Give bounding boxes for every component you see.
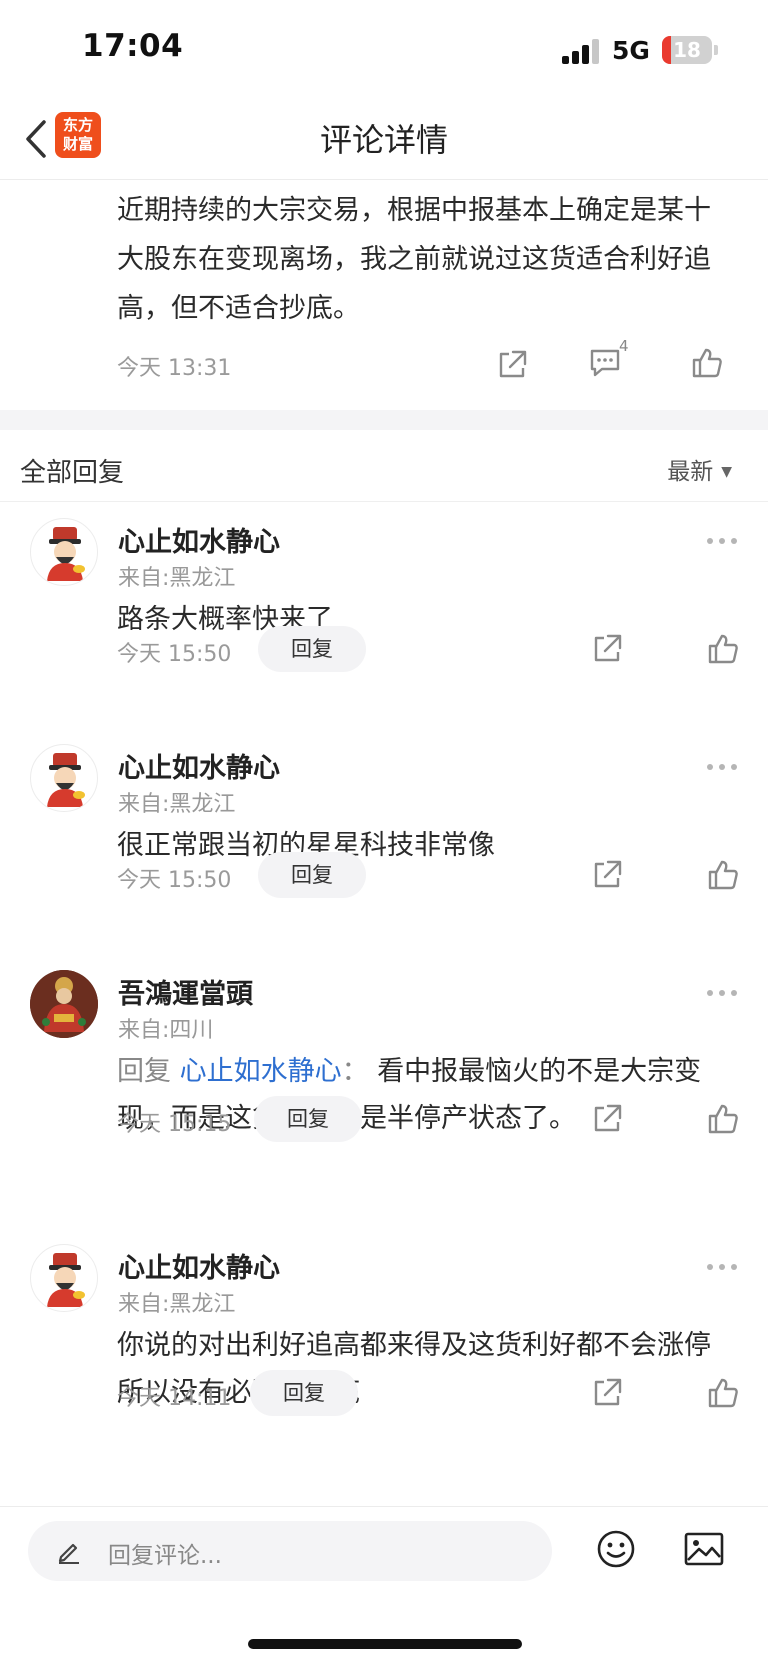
comment-input[interactable]: 回复评论... <box>28 1521 552 1581</box>
replies-title: 全部回复 <box>20 458 125 488</box>
image-icon[interactable] <box>684 1532 724 1570</box>
caret-down-icon: ▼ <box>721 464 732 480</box>
more-dots-icon[interactable] <box>706 982 738 1001</box>
thumbs-up-icon[interactable] <box>706 1376 740 1414</box>
cellular-signal-icon <box>562 38 602 64</box>
avatar[interactable] <box>30 970 98 1038</box>
mention-separator: ： <box>341 1056 378 1087</box>
more-dots-icon[interactable] <box>706 1256 738 1275</box>
share-icon[interactable] <box>590 632 624 670</box>
status-bar: 17:04 5G 18 <box>0 0 768 100</box>
fortune-god-avatar-icon <box>47 1253 85 1307</box>
fortune-god-avatar-icon <box>47 753 85 807</box>
deity-statue-avatar-icon <box>30 970 98 1038</box>
post-time: 今天 13:31 <box>117 356 232 381</box>
username[interactable]: 心止如水静心 <box>118 1246 280 1285</box>
comment-count: 4 <box>619 337 629 355</box>
reply-time: 今天 14:11 <box>117 1386 232 1411</box>
share-icon[interactable] <box>590 858 624 896</box>
post-share-button[interactable] <box>495 348 529 386</box>
reply-button[interactable]: 回复 <box>250 1370 358 1416</box>
avatar[interactable] <box>30 1244 98 1312</box>
share-icon <box>499 350 527 378</box>
thumbs-up-icon[interactable] <box>706 1102 740 1140</box>
replies-header: 全部回复 最新 ▼ <box>0 430 768 502</box>
battery-level: 18 <box>673 38 701 62</box>
reply-button[interactable]: 回复 <box>258 626 366 672</box>
thumbs-up-icon[interactable] <box>706 632 740 670</box>
avatar[interactable] <box>30 744 98 812</box>
location: 来自:黑龙江 <box>118 1292 236 1317</box>
battery-icon: 18 <box>662 36 712 64</box>
mention-link[interactable]: 心止如水静心 <box>180 1056 342 1087</box>
username[interactable]: 吾鴻運當頭 <box>118 972 253 1011</box>
reply-prefix: 回复 <box>117 1056 180 1087</box>
status-time: 17:04 <box>82 28 184 64</box>
pencil-icon <box>56 1538 82 1568</box>
network-type: 5G <box>612 36 650 65</box>
location: 来自:四川 <box>118 1018 214 1043</box>
comment-placeholder: 回复评论... <box>108 1543 222 1569</box>
reply-time: 今天 15:50 <box>117 642 232 667</box>
location: 来自:黑龙江 <box>118 566 236 591</box>
reply-time: 今天 15:50 <box>117 868 232 893</box>
reply-button[interactable]: 回复 <box>258 852 366 898</box>
username[interactable]: 心止如水静心 <box>118 746 280 785</box>
reply-button[interactable]: 回复 <box>254 1096 362 1142</box>
section-divider <box>0 410 768 430</box>
thumbs-up-icon <box>692 348 722 378</box>
post-like-button[interactable] <box>690 346 724 384</box>
more-dots-icon[interactable] <box>706 756 738 775</box>
comment-icon <box>590 349 620 377</box>
home-indicator[interactable] <box>248 1639 522 1649</box>
location: 来自:黑龙江 <box>118 792 236 817</box>
share-icon[interactable] <box>590 1102 624 1140</box>
nav-bar: 东方 财富 评论详情 <box>0 100 768 180</box>
smiley-icon[interactable] <box>596 1529 636 1573</box>
more-dots-icon[interactable] <box>706 530 738 549</box>
avatar[interactable] <box>30 518 98 586</box>
share-icon[interactable] <box>590 1376 624 1414</box>
post-text: 近期持续的大宗交易，根据中报基本上确定是某十大股东在变现离场，我之前就说过这货适… <box>117 195 711 324</box>
thumbs-up-icon[interactable] <box>706 858 740 896</box>
fortune-god-avatar-icon <box>47 527 85 581</box>
reply-time: 今天 15:15 <box>117 1112 232 1137</box>
sort-label: 最新 <box>667 459 714 485</box>
sort-dropdown[interactable]: 最新 ▼ <box>667 452 732 486</box>
battery-tip <box>714 45 718 55</box>
post-comment-button[interactable] <box>588 345 622 383</box>
bottom-input-bar: 回复评论... <box>0 1506 768 1663</box>
page-title: 评论详情 <box>319 121 448 159</box>
username[interactable]: 心止如水静心 <box>118 520 280 559</box>
